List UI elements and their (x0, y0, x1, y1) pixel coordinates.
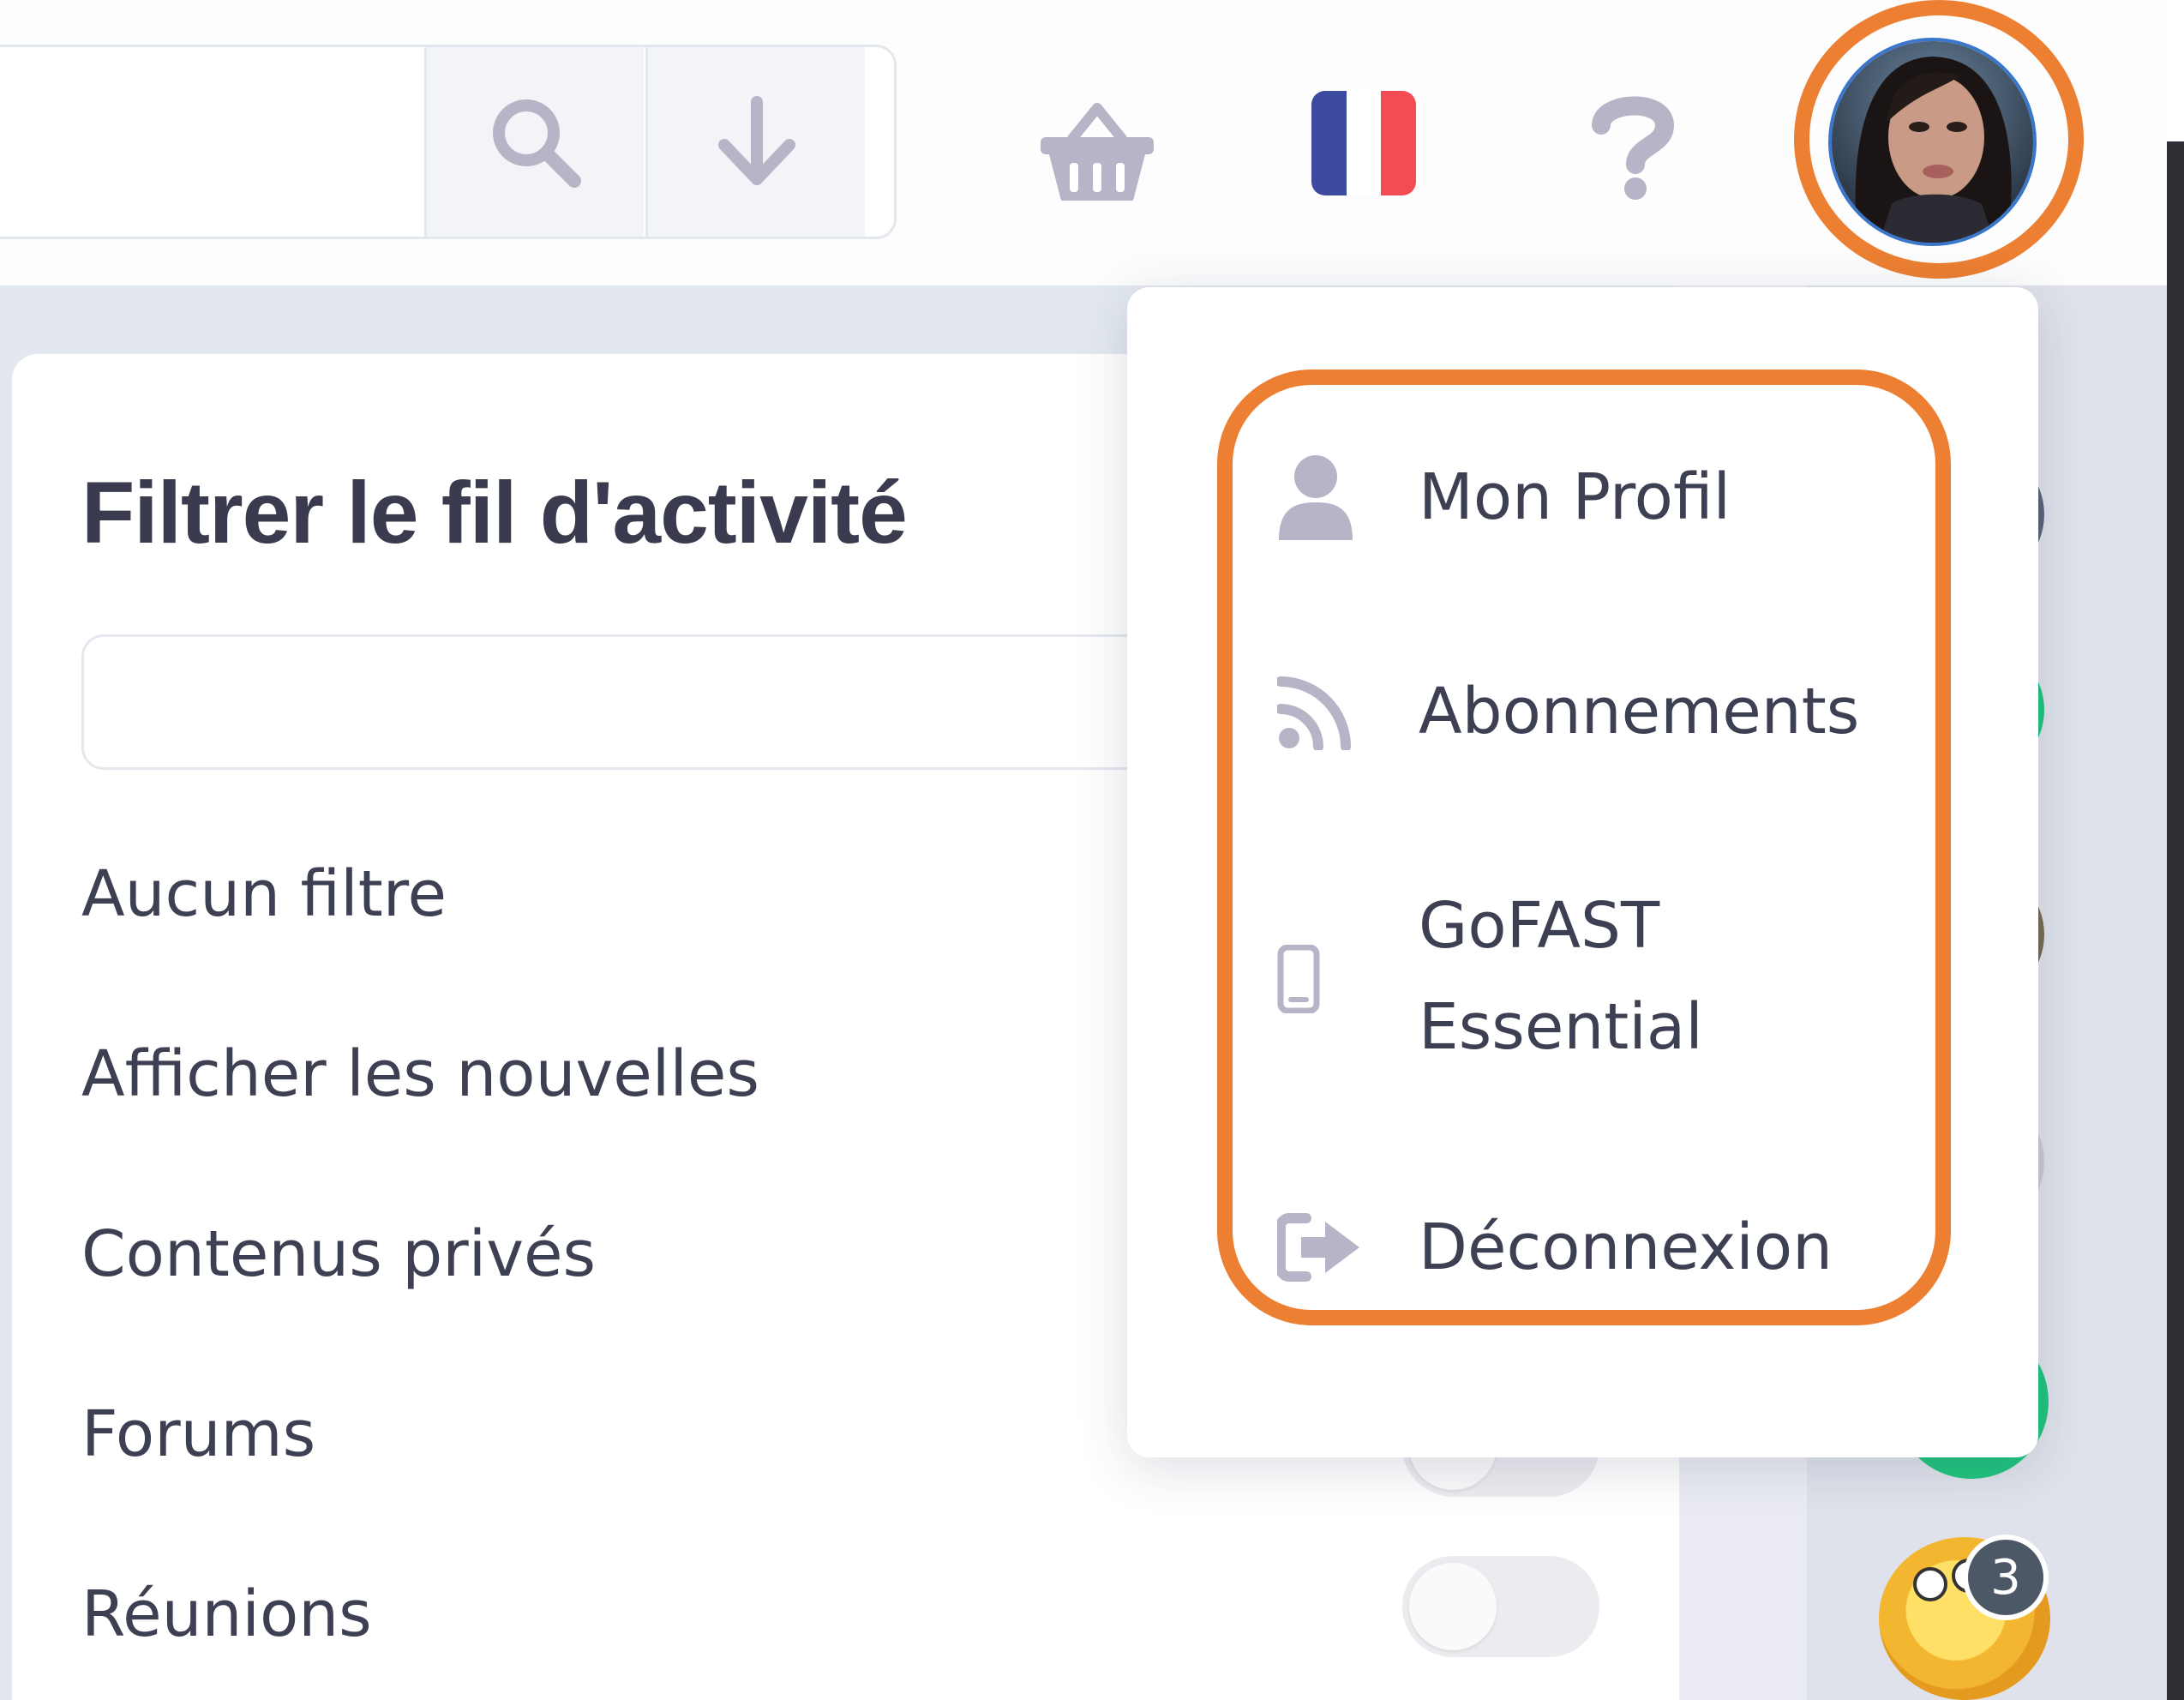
panel-title: Filtrer le fil d'activité (81, 464, 908, 562)
toggle-knob (1409, 1563, 1497, 1650)
menu-highlight-ring (1217, 369, 1951, 1325)
search-icon (492, 99, 581, 188)
basket-button[interactable] (1037, 93, 1157, 213)
basket-icon (1041, 103, 1154, 201)
download-button[interactable] (645, 47, 865, 237)
filter-none[interactable]: Aucun filtre (81, 857, 447, 931)
search-button[interactable] (424, 47, 644, 237)
filter-private-content[interactable]: Contenus privés (81, 1217, 596, 1291)
global-search (0, 45, 897, 239)
filter-news[interactable]: Afficher les nouvelles (81, 1037, 759, 1111)
meetings-toggle[interactable] (1402, 1556, 1599, 1657)
mug-eye-left (1913, 1567, 1947, 1601)
scrollbar-thumb[interactable] (2167, 141, 2184, 1700)
filter-meetings[interactable]: Réunions (81, 1577, 372, 1651)
avatar-highlight-ring (1794, 0, 2084, 279)
language-button[interactable] (1310, 89, 1417, 196)
french-flag-icon (1311, 90, 1416, 195)
page-scrollbar[interactable] (2167, 0, 2184, 1700)
filter-forums[interactable]: Forums (81, 1397, 315, 1471)
help-button[interactable] (1586, 93, 1680, 200)
notification-badge: 3 (1963, 1535, 2049, 1620)
arrow-down-icon (717, 95, 795, 185)
question-mark-icon (1592, 96, 1675, 200)
